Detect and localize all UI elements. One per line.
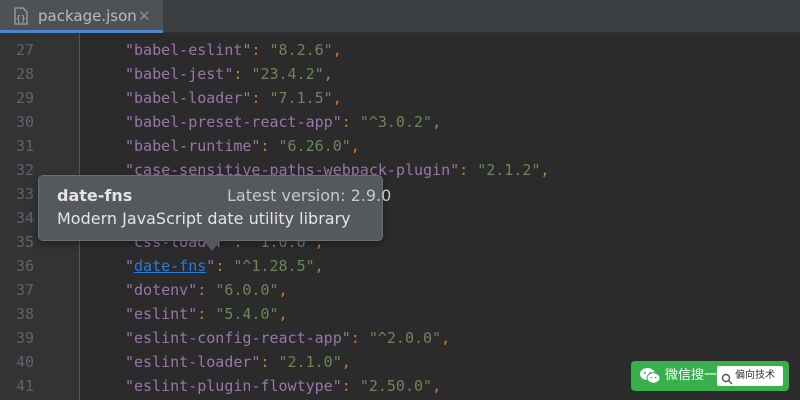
colon: : [197, 281, 216, 299]
wechat-icon [639, 366, 661, 386]
colon: : [341, 113, 360, 131]
json-key-quote: " [206, 257, 216, 275]
line-number: 40 [16, 353, 35, 371]
comma: , [341, 353, 351, 371]
json-key-quote: " [125, 257, 135, 275]
code-line[interactable]: "babel-preset-react-app": "^3.0.2", [125, 110, 441, 134]
comma: , [540, 161, 550, 179]
comma: , [332, 41, 342, 59]
tab-package-json[interactable]: {} package.json ✕ [0, 0, 163, 33]
line-number: 28 [16, 65, 35, 83]
json-value: "2.1.2" [477, 161, 541, 179]
code-line[interactable]: "eslint": "5.4.0", [125, 302, 288, 326]
line-number: 39 [16, 329, 35, 347]
json-value: "8.2.6" [269, 41, 333, 59]
json-key: "babel-loader" [125, 89, 252, 107]
comma: , [314, 257, 324, 275]
json-file-icon: {} [12, 7, 30, 25]
package-info-tooltip: date-fns Latest version: 2.9.0 Modern Ja… [38, 175, 391, 251]
line-number: 41 [16, 377, 35, 395]
line-number: 30 [16, 113, 35, 131]
colon: : [260, 137, 279, 155]
json-value: "2.50.0" [359, 377, 433, 395]
colon: : [197, 305, 216, 323]
tab-title: package.json [38, 7, 137, 25]
colon: : [215, 257, 234, 275]
code-line[interactable]: "eslint-loader": "2.1.0", [125, 350, 351, 374]
json-key: "babel-preset-react-app" [125, 113, 342, 131]
json-key: "babel-jest" [125, 65, 234, 83]
comma: , [278, 305, 288, 323]
json-value: "23.4.2" [251, 65, 324, 83]
line-number: 37 [16, 281, 35, 299]
colon: : [233, 65, 252, 83]
code-line[interactable]: "babel-loader": "7.1.5", [125, 86, 342, 110]
colon: : [341, 377, 360, 395]
code-line[interactable]: "babel-eslint": "8.2.6", [125, 38, 342, 62]
json-value: "2.1.0" [278, 353, 342, 371]
comma: , [332, 89, 342, 107]
json-key: "eslint" [125, 305, 198, 323]
code-line[interactable]: "eslint-config-react-app": "^2.0.0", [125, 326, 450, 350]
json-value: "6.0.0" [215, 281, 279, 299]
code-line[interactable]: "babel-jest": "23.4.2", [125, 62, 333, 86]
json-key: "babel-runtime" [125, 137, 261, 155]
package-link-date-fns[interactable]: date-fns [134, 257, 206, 275]
json-value: "5.4.0" [215, 305, 279, 323]
editor-tab-bar: {} package.json ✕ [0, 0, 800, 33]
comma: , [432, 113, 442, 131]
json-value: "7.1.5" [269, 89, 333, 107]
json-key: "eslint-loader" [125, 353, 261, 371]
search-icon [721, 370, 733, 385]
json-key: "eslint-config-react-app" [125, 329, 351, 347]
colon: : [260, 353, 279, 371]
wechat-search-watermark: 微信搜一搜 偏向技术 [631, 361, 789, 391]
line-number: 36 [16, 257, 35, 275]
tooltip-description: Modern JavaScript date utility library [57, 209, 351, 228]
svg-text:{}: {} [16, 14, 26, 23]
comma: , [432, 377, 442, 395]
comma: , [278, 281, 288, 299]
colon: : [251, 89, 270, 107]
comma: , [441, 329, 451, 347]
code-line[interactable]: "babel-runtime": "6.26.0", [125, 134, 360, 158]
close-icon[interactable]: ✕ [138, 6, 151, 26]
colon: : [350, 329, 369, 347]
json-value: "6.26.0" [278, 137, 351, 155]
code-line[interactable]: "dotenv": "6.0.0", [125, 278, 288, 302]
json-key: "eslint-plugin-flowtype" [125, 377, 342, 395]
colon: : [251, 41, 270, 59]
watermark-search-box: 偏向技术 [717, 366, 783, 386]
json-key: "babel-eslint" [125, 41, 252, 59]
line-number: 31 [16, 137, 35, 155]
tooltip-pointer [202, 239, 222, 251]
colon: : [459, 161, 478, 179]
tooltip-package-name: date-fns [57, 186, 133, 205]
line-number: 27 [16, 41, 35, 59]
json-value: "^2.0.0" [368, 329, 442, 347]
line-number: 38 [16, 305, 35, 323]
line-number: 29 [16, 89, 35, 107]
comma: , [323, 65, 333, 83]
watermark-search-text: 偏向技术 [735, 370, 775, 381]
json-value: "^3.0.2" [359, 113, 433, 131]
comma: , [350, 137, 360, 155]
tooltip-latest-version: Latest version: 2.9.0 [227, 186, 392, 205]
json-value: "^1.28.5" [233, 257, 315, 275]
code-line[interactable]: "eslint-plugin-flowtype": "2.50.0", [125, 374, 441, 398]
json-key: "dotenv" [125, 281, 198, 299]
code-line[interactable]: "date-fns": "^1.28.5", [125, 254, 324, 278]
